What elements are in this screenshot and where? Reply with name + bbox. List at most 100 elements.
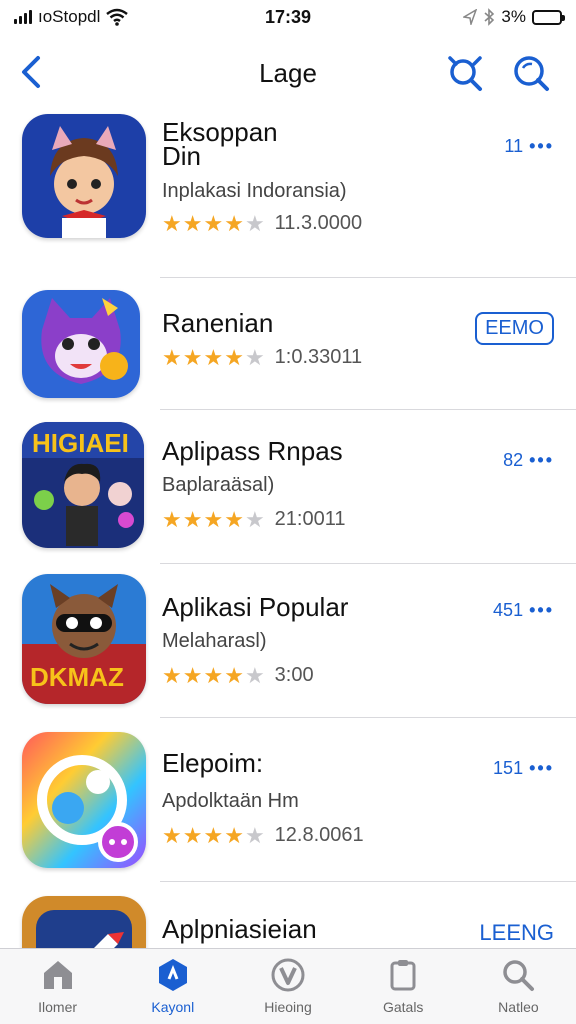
action-label: 82	[503, 450, 524, 470]
app-action-button[interactable]: 151 •••	[493, 758, 554, 779]
star-filled-icon: ★	[182, 506, 203, 532]
more-dots-icon[interactable]: •••	[529, 758, 554, 779]
chat-swirl-icon	[22, 732, 146, 868]
star-empty-icon: ★	[244, 662, 265, 688]
list-item[interactable]: DKMAZ Aplikasi Popular Melaharasl) ★ ★ ★ ★ ★…	[0, 564, 576, 718]
list-item[interactable]: Ranenian ★ ★ ★ ★ ★ 1:0.33011 EEMO	[0, 278, 576, 410]
star-filled-icon: ★	[203, 662, 224, 688]
svg-text:DKMAZ: DKMAZ	[30, 662, 124, 692]
list-item[interactable]: Eksoppan Din Inplakasi Indoransia) ★ ★ ★ ★ ★…	[0, 106, 576, 278]
search-cancel-icon[interactable]	[444, 52, 486, 94]
tab-search[interactable]: Natleo	[461, 949, 576, 1024]
star-rating: ★ ★ ★ ★ ★	[162, 344, 265, 370]
list-item[interactable]: HIGIAEI Aplipass Rnpas Baplaraäsal) ★ ★ ★ ★…	[0, 410, 576, 564]
more-dots-icon[interactable]: •••	[529, 600, 554, 621]
app-name: Ranenian	[162, 308, 274, 338]
rating-count: 12.8.0061	[274, 824, 364, 846]
rating-count: 1:0.33011	[274, 346, 363, 368]
pencil-app-icon	[22, 896, 146, 948]
location-icon	[463, 9, 478, 25]
signal-icon	[14, 10, 32, 24]
tab-label: Ilomer	[38, 999, 78, 1015]
app-list: Eksoppan Din Inplakasi Indoransia) ★ ★ ★ ★ ★…	[0, 106, 576, 948]
star-empty-icon: ★	[244, 822, 265, 848]
app-name: Aplipass Rnpas	[162, 436, 343, 466]
star-filled-icon: ★	[203, 822, 224, 848]
bluetooth-icon	[484, 8, 495, 26]
tab-featured[interactable]: Kayonl	[115, 949, 230, 1024]
star-filled-icon: ★	[224, 506, 244, 532]
star-rating: ★ ★ ★ ★ ★	[162, 662, 265, 688]
tab-home[interactable]: Ilomer	[0, 949, 115, 1024]
more-dots-icon[interactable]: •••	[529, 136, 554, 157]
star-filled-icon: ★	[162, 822, 182, 848]
app-action-button[interactable]: 11 •••	[504, 136, 554, 157]
star-filled-icon: ★	[224, 662, 244, 688]
search-icon[interactable]	[510, 52, 552, 94]
star-filled-icon: ★	[203, 344, 224, 370]
star-empty-icon: ★	[244, 210, 265, 236]
rating-count: 11.3.0000	[274, 212, 363, 234]
star-filled-icon: ★	[162, 662, 182, 688]
app-subtitle: Apdolktaän Hm	[162, 790, 299, 812]
star-rating: ★ ★ ★ ★ ★	[162, 822, 265, 848]
action-label: EEMO	[475, 312, 554, 345]
star-filled-icon: ★	[182, 210, 203, 236]
action-label: 11	[504, 136, 524, 156]
app-name: Aplikasi Popular	[162, 592, 349, 622]
v-circle-icon	[271, 958, 305, 992]
list-item[interactable]: Aplpniasieian LEENG	[0, 882, 576, 948]
star-filled-icon: ★	[224, 210, 244, 236]
app-rating: ★ ★ ★ ★ ★ 1:0.33011	[162, 346, 362, 369]
star-filled-icon: ★	[203, 210, 224, 236]
app-get-button[interactable]: EEMO	[475, 312, 554, 345]
app-get-button[interactable]: LEENG	[479, 920, 554, 946]
hexagon-icon	[158, 959, 187, 991]
star-filled-icon: ★	[182, 662, 203, 688]
star-empty-icon: ★	[244, 344, 265, 370]
purple-cat-icon	[22, 290, 140, 398]
tab-label: Kayonl	[151, 999, 195, 1015]
app-rating: ★ ★ ★ ★ ★ 21:0011	[162, 508, 345, 531]
page-title: Lage	[259, 58, 317, 88]
app-name: Elepoim:	[162, 748, 264, 778]
home-icon	[43, 961, 72, 989]
tab-top-charts[interactable]: Hieoing	[230, 949, 345, 1024]
action-label: 451	[493, 600, 524, 620]
battery-icon	[532, 9, 565, 25]
star-filled-icon: ★	[182, 822, 203, 848]
status-bar: ıoStopdl 17:39 3%	[0, 0, 576, 34]
app-action-button[interactable]: 82 •••	[503, 450, 554, 471]
star-filled-icon: ★	[182, 344, 203, 370]
masked-character-icon: DKMAZ	[22, 574, 146, 704]
carrier-label: ıoStopdl	[38, 7, 101, 26]
tab-label: Natleo	[498, 999, 539, 1015]
app-rating: ★ ★ ★ ★ ★ 11.3.0000	[162, 212, 362, 235]
app-subtitle: Baplaraäsal)	[162, 474, 275, 496]
search-icon	[503, 960, 535, 991]
status-left: ıoStopdl	[14, 7, 129, 27]
clipboard-icon	[390, 960, 416, 991]
star-filled-icon: ★	[224, 344, 244, 370]
more-dots-icon[interactable]: •••	[529, 450, 554, 471]
app-action-button[interactable]: 451 •••	[493, 600, 554, 621]
star-filled-icon: ★	[224, 822, 244, 848]
app-subtitle: Inplakasi Indoransia)	[162, 180, 347, 202]
rating-count: 21:0011	[274, 508, 346, 530]
app-rating: ★ ★ ★ ★ ★ 3:00	[162, 664, 314, 687]
tab-label: Hieoing	[264, 999, 312, 1015]
star-rating: ★ ★ ★ ★ ★	[162, 506, 265, 532]
tab-categories[interactable]: Gatals	[346, 949, 461, 1024]
app-name: Eksoppan Din	[162, 117, 278, 171]
app-name: Aplpniasieian	[162, 914, 317, 944]
star-filled-icon: ★	[162, 344, 182, 370]
status-right: 3%	[463, 7, 565, 27]
rating-count: 3:00	[274, 664, 314, 686]
star-filled-icon: ★	[203, 506, 224, 532]
wifi-icon	[106, 8, 129, 26]
list-item[interactable]: Elepoim: Apdolktaän Hm ★ ★ ★ ★ ★ 12.8.0061 1…	[0, 718, 576, 882]
tab-bar: Ilomer Kayonl Hieoing Gatals Natleo	[0, 948, 576, 1024]
app-rating: ★ ★ ★ ★ ★ 12.8.0061	[162, 824, 364, 847]
nav-bar: Lage	[0, 40, 576, 106]
action-label: LEENG	[479, 920, 554, 945]
